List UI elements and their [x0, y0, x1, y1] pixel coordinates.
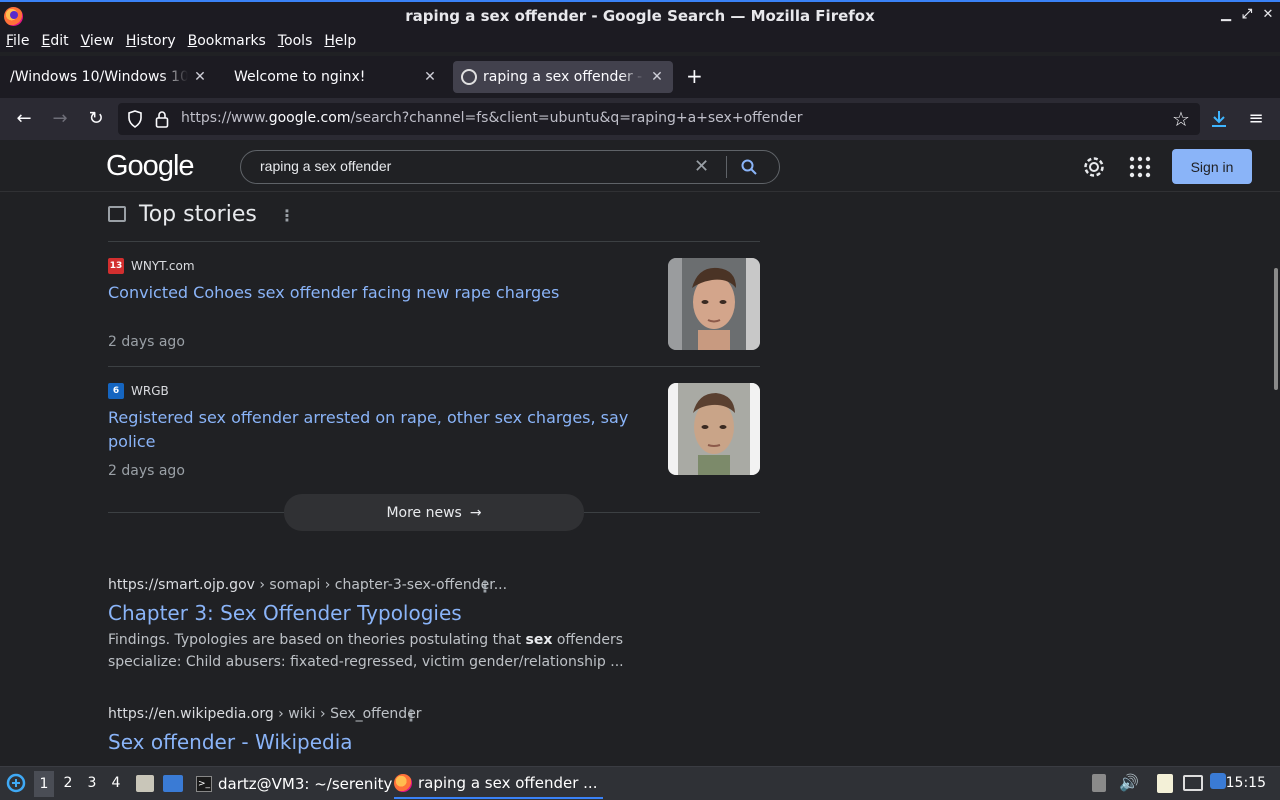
- close-window-icon[interactable]: ✕: [1262, 7, 1274, 22]
- download-icon[interactable]: [1210, 109, 1228, 129]
- apps-grid-icon[interactable]: [1129, 156, 1151, 178]
- minimize-icon[interactable]: ▁: [1220, 7, 1232, 22]
- close-tab-icon[interactable]: ✕: [422, 69, 438, 85]
- result-options-icon[interactable]: ⋮: [403, 706, 419, 725]
- top-stories-heading: Top stories: [139, 202, 257, 227]
- terminal-icon: >_: [196, 776, 212, 792]
- menu-bookmarks[interactable]: Bookmarks: [188, 33, 266, 49]
- menu-view[interactable]: View: [81, 33, 114, 49]
- back-icon[interactable]: ←: [12, 107, 36, 131]
- scrollbar-thumb[interactable]: [1274, 268, 1278, 390]
- tab-google-search[interactable]: raping a sex offender - Google Search ✕: [453, 61, 673, 93]
- publisher-name: WNYT.com: [131, 259, 195, 273]
- gear-icon[interactable]: [1082, 155, 1106, 179]
- tab-bar: /Windows 10/Windows 10 Ent ✕ Welcome to …: [0, 56, 1280, 98]
- close-tab-icon[interactable]: ✕: [192, 69, 208, 85]
- google-logo[interactable]: Google: [106, 150, 195, 183]
- tab-label: Welcome to nginx!: [234, 69, 366, 85]
- menu-help[interactable]: Help: [324, 33, 356, 49]
- menu-tools[interactable]: Tools: [278, 33, 313, 49]
- story-link-continued[interactable]: police: [108, 430, 155, 454]
- workspace-3[interactable]: 3: [82, 775, 102, 791]
- maximize-icon[interactable]: ⤢: [1241, 7, 1253, 22]
- lock-icon[interactable]: [155, 110, 169, 128]
- search-input[interactable]: raping a sex offender: [260, 158, 391, 174]
- search-divider: [726, 156, 727, 178]
- menu-bar: File Edit View History Bookmarks Tools H…: [0, 30, 1280, 52]
- tab-label: /Windows 10/Windows 10 Ent: [10, 69, 188, 85]
- google-favicon-icon: [461, 69, 477, 85]
- more-news-label: More news: [386, 504, 462, 521]
- firefox-task-label: raping a sex offender ...: [418, 774, 598, 792]
- shield-icon[interactable]: [127, 110, 143, 128]
- more-options-icon[interactable]: ⋮: [279, 206, 295, 225]
- new-tab-icon[interactable]: +: [686, 64, 703, 88]
- notification-icon[interactable]: [1210, 773, 1226, 789]
- sign-in-button[interactable]: Sign in: [1172, 149, 1252, 184]
- search-icon[interactable]: [740, 158, 758, 176]
- workspace-4[interactable]: 4: [106, 775, 126, 791]
- more-news-button[interactable]: More news →: [284, 494, 584, 531]
- story-thumbnail[interactable]: [668, 258, 760, 350]
- tab-nginx[interactable]: Welcome to nginx! ✕: [226, 61, 446, 93]
- story-link[interactable]: Registered sex offender arrested on rape…: [108, 406, 628, 430]
- tray-up-icon[interactable]: [1092, 774, 1106, 792]
- result-url[interactable]: https://en.wikipedia.org › wiki › Sex_of…: [108, 706, 422, 722]
- file-manager-icon[interactable]: [136, 775, 154, 792]
- publisher-name: WRGB: [131, 384, 169, 398]
- story-thumbnail[interactable]: [668, 383, 760, 475]
- publisher-logo-icon: 13: [108, 258, 124, 274]
- story-time: 2 days ago: [108, 463, 185, 479]
- result-options-icon[interactable]: ⋮: [477, 577, 493, 596]
- firefox-task[interactable]: raping a sex offender ...: [394, 769, 604, 799]
- divider: [108, 366, 760, 367]
- menu-file[interactable]: File: [6, 33, 29, 49]
- taskbar: 1 2 3 4 >_ dartz@VM3: ~/serenity raping …: [0, 766, 1280, 800]
- menu-history[interactable]: History: [126, 33, 176, 49]
- result-title-link[interactable]: Sex offender - Wikipedia: [108, 730, 353, 754]
- menu-edit[interactable]: Edit: [41, 33, 68, 49]
- url-text[interactable]: https://www.google.com/search?channel=fs…: [181, 110, 803, 126]
- clear-search-icon[interactable]: ✕: [694, 156, 709, 177]
- arrow-right-icon: →: [469, 504, 482, 521]
- publisher-logo-icon: 6: [108, 383, 124, 399]
- tab-windows10[interactable]: /Windows 10/Windows 10 Ent ✕: [2, 61, 216, 93]
- story-link[interactable]: Convicted Cohoes sex offender facing new…: [108, 281, 559, 305]
- window-title: raping a sex offender - Google Search — …: [405, 7, 875, 25]
- terminal-task[interactable]: >_ dartz@VM3: ~/serenity: [196, 769, 392, 799]
- story-time: 2 days ago: [108, 334, 185, 350]
- tab-label: raping a sex offender - Google Search: [483, 69, 645, 85]
- start-menu-icon[interactable]: [6, 773, 26, 793]
- desktop-icon[interactable]: [163, 775, 183, 792]
- firefox-logo-icon: [4, 7, 23, 26]
- hamburger-menu-icon[interactable]: ≡: [1244, 107, 1268, 131]
- bookmark-star-icon[interactable]: ☆: [1169, 107, 1193, 131]
- terminal-task-label: dartz@VM3: ~/serenity: [218, 775, 393, 793]
- window-titlebar: raping a sex offender - Google Search — …: [0, 0, 1280, 30]
- network-icon[interactable]: [1183, 775, 1203, 791]
- close-tab-icon[interactable]: ✕: [649, 69, 665, 85]
- reload-icon[interactable]: ↻: [84, 107, 108, 131]
- workspace-1[interactable]: 1: [34, 771, 54, 797]
- forward-icon[interactable]: →: [48, 107, 72, 131]
- clipboard-icon[interactable]: [1157, 774, 1173, 793]
- news-icon: [108, 206, 126, 222]
- clock: 15:15: [1225, 775, 1266, 791]
- workspace-2[interactable]: 2: [58, 775, 78, 791]
- result-snippet: Findings. Typologies are based on theori…: [108, 632, 624, 670]
- firefox-icon: [394, 774, 412, 792]
- volume-icon[interactable]: 🔊: [1119, 773, 1139, 792]
- result-title-link[interactable]: Chapter 3: Sex Offender Typologies: [108, 601, 462, 625]
- result-url[interactable]: https://smart.ojp.gov › somapi › chapter…: [108, 577, 507, 593]
- divider: [108, 241, 760, 242]
